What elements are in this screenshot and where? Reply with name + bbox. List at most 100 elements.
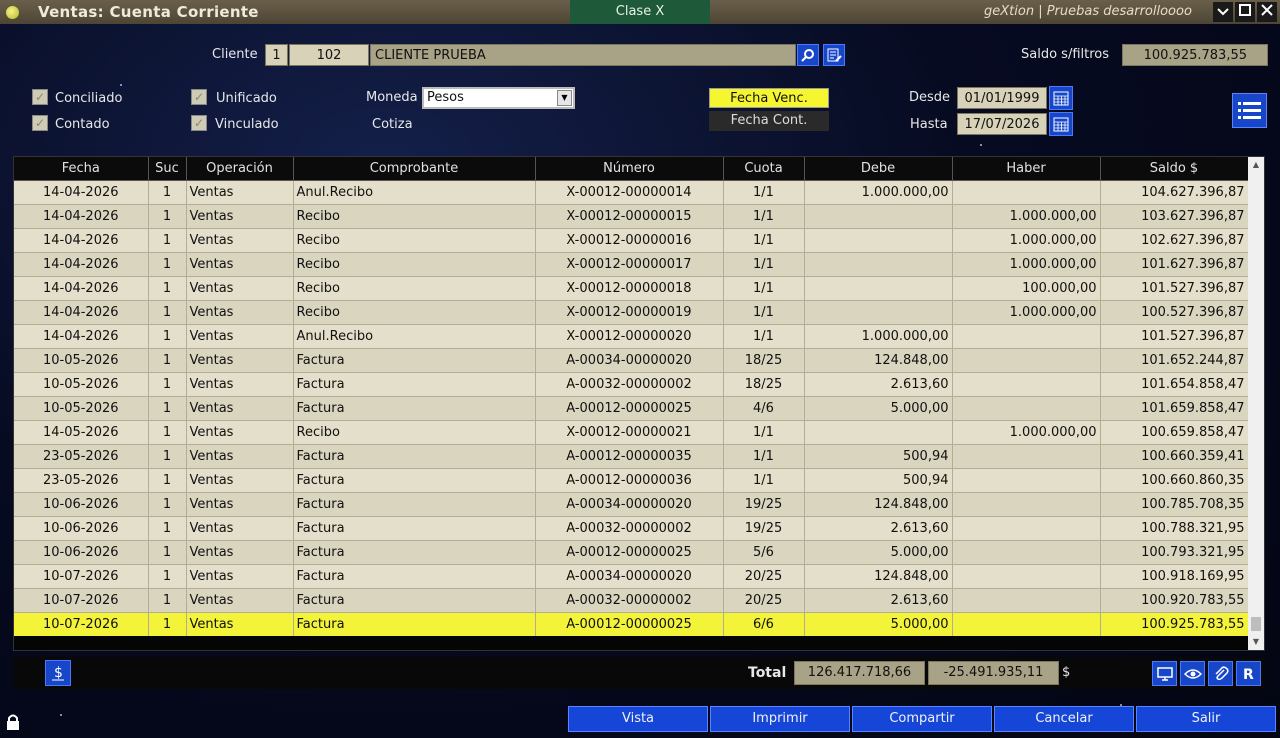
cell-fecha: 14-04-2026 <box>14 228 149 253</box>
cell-operacion: Ventas <box>186 396 294 421</box>
cell-debe <box>804 420 953 445</box>
cell-cuota: 1/1 <box>723 444 805 469</box>
cell-suc: 1 <box>148 444 187 469</box>
list-view-button[interactable] <box>1232 93 1267 128</box>
chevron-down-icon <box>1217 8 1229 16</box>
conciliado-checkbox[interactable]: ✓ <box>32 89 48 105</box>
tab-clase[interactable]: Clase X <box>570 0 710 24</box>
cell-fecha: 14-04-2026 <box>14 300 149 325</box>
table-row[interactable]: 14-04-2026 1 Ventas Anul.Recibo X-00012-0000… <box>14 180 1249 205</box>
cell-comprobante: Factura <box>293 540 536 565</box>
column-header-cuota[interactable]: Cuota <box>723 157 805 181</box>
cell-suc: 1 <box>148 588 187 613</box>
salir-button[interactable]: Salir <box>1136 706 1276 732</box>
hasta-calendar-button[interactable] <box>1049 112 1073 136</box>
cell-suc: 1 <box>148 276 187 301</box>
table-row[interactable]: 14-04-2026 1 Ventas Recibo X-00012-00000019 1… <box>14 300 1249 325</box>
desde-field[interactable]: 01/01/1999 <box>957 87 1047 109</box>
table-row[interactable]: 14-04-2026 1 Ventas Recibo X-00012-00000017 1… <box>14 252 1249 277</box>
cliente-code-field[interactable]: 102 <box>289 44 369 66</box>
column-header-debe[interactable]: Debe <box>804 157 953 181</box>
vinculado-checkbox[interactable]: ✓ <box>191 115 207 131</box>
fecha-venc-toggle[interactable]: Fecha Venc. <box>709 88 829 108</box>
table-row[interactable]: 14-04-2026 1 Ventas Recibo X-00012-00000018 1… <box>14 276 1249 301</box>
cliente-suc-field[interactable]: 1 <box>265 44 288 66</box>
r-button[interactable]: R <box>1236 661 1261 686</box>
maximize-button[interactable] <box>1235 2 1255 22</box>
cell-comprobante: Recibo <box>293 420 536 445</box>
cell-fecha: 14-04-2026 <box>14 204 149 229</box>
table-row[interactable]: 10-06-2026 1 Ventas Factura A-00032-00000002… <box>14 516 1249 541</box>
total-debe: 126.417.718,66 <box>794 661 925 685</box>
table-row[interactable]: 10-06-2026 1 Ventas Factura A-00012-00000025… <box>14 540 1249 565</box>
cell-haber <box>952 612 1101 637</box>
moneda-label: Moneda <box>366 90 418 105</box>
table-row[interactable]: 10-05-2026 1 Ventas Factura A-00032-00000002… <box>14 372 1249 397</box>
dropdown-arrow-icon[interactable]: ▼ <box>557 90 572 106</box>
scroll-down-icon[interactable]: ▼ <box>1248 634 1264 650</box>
column-header-suc[interactable]: Suc <box>148 157 187 181</box>
cell-operacion: Ventas <box>186 468 294 493</box>
unificado-checkbox[interactable]: ✓ <box>191 89 207 105</box>
table-row[interactable]: 10-07-2026 1 Ventas Factura A-00012-00000025… <box>14 612 1249 637</box>
cell-debe: 2.613,60 <box>804 516 953 541</box>
scroll-thumb[interactable] <box>1251 617 1261 631</box>
column-header-operacion[interactable]: Operación <box>186 157 294 181</box>
cell-comprobante: Anul.Recibo <box>293 324 536 349</box>
table-bottom-strip <box>14 636 1248 650</box>
table-row[interactable]: 10-05-2026 1 Ventas Factura A-00012-00000025… <box>14 396 1249 421</box>
search-cliente-button[interactable] <box>797 44 819 66</box>
table-row[interactable]: 14-04-2026 1 Ventas Anul.Recibo X-00012-0000… <box>14 324 1249 349</box>
view-button[interactable] <box>1180 661 1205 686</box>
close-button[interactable] <box>1257 2 1277 22</box>
close-icon <box>1261 4 1273 16</box>
contado-checkbox[interactable]: ✓ <box>32 115 48 131</box>
saldo-label: Saldo s/filtros <box>1021 47 1110 62</box>
table-row[interactable]: 10-07-2026 1 Ventas Factura A-00032-00000002… <box>14 588 1249 613</box>
column-header-fecha[interactable]: Fecha <box>14 157 149 181</box>
cell-operacion: Ventas <box>186 588 294 613</box>
cell-cuota: 1/1 <box>723 180 805 205</box>
cell-debe: 124.848,00 <box>804 348 953 373</box>
column-header-saldo[interactable]: Saldo $ <box>1100 157 1249 181</box>
table-row[interactable]: 23-05-2026 1 Ventas Factura A-00012-00000035… <box>14 444 1249 469</box>
cell-haber <box>952 372 1101 397</box>
vertical-scrollbar[interactable]: ▲ ▼ <box>1248 157 1264 650</box>
table-row[interactable]: 23-05-2026 1 Ventas Factura A-00012-00000036… <box>14 468 1249 493</box>
edit-cliente-button[interactable] <box>823 44 845 66</box>
cell-comprobante: Factura <box>293 372 536 397</box>
attach-button[interactable] <box>1208 661 1233 686</box>
cliente-name-field[interactable]: CLIENTE PRUEBA <box>370 44 796 66</box>
minimize-button[interactable] <box>1213 2 1233 22</box>
desde-calendar-button[interactable] <box>1049 86 1073 110</box>
compartir-button[interactable]: Compartir <box>852 706 992 732</box>
cell-fecha: 14-04-2026 <box>14 252 149 277</box>
moneda-select[interactable]: Pesos ▼ <box>422 87 575 109</box>
currency-button[interactable]: $ <box>45 660 71 686</box>
cell-haber: 1.000.000,00 <box>952 420 1101 445</box>
movements-table[interactable]: Fecha Suc Operación Comprobante Número Cuota D… <box>13 156 1265 651</box>
paperclip-icon <box>1214 665 1229 680</box>
cancelar-button[interactable]: Cancelar <box>994 706 1134 732</box>
table-row[interactable]: 14-05-2026 1 Ventas Recibo X-00012-00000021 1… <box>14 420 1249 445</box>
column-header-comprobante[interactable]: Comprobante <box>293 157 536 181</box>
scroll-up-icon[interactable]: ▲ <box>1248 157 1264 173</box>
cell-numero: X-00012-00000017 <box>535 252 724 277</box>
column-header-haber[interactable]: Haber <box>952 157 1101 181</box>
fecha-cont-toggle[interactable]: Fecha Cont. <box>709 111 829 131</box>
cell-saldo: 104.627.396,87 <box>1100 180 1249 205</box>
monitor-button[interactable] <box>1152 661 1177 686</box>
table-row[interactable]: 14-04-2026 1 Ventas Recibo X-00012-00000016 1… <box>14 228 1249 253</box>
vista-button[interactable]: Vista <box>568 706 708 732</box>
column-header-numero[interactable]: Número <box>535 157 724 181</box>
monitor-icon <box>1156 666 1173 681</box>
imprimir-button[interactable]: Imprimir <box>710 706 850 732</box>
table-row[interactable]: 10-05-2026 1 Ventas Factura A-00034-00000020… <box>14 348 1249 373</box>
table-row[interactable]: 14-04-2026 1 Ventas Recibo X-00012-00000015 1… <box>14 204 1249 229</box>
lock-icon[interactable] <box>5 713 21 735</box>
cell-numero: A-00034-00000020 <box>535 348 724 373</box>
conciliado-label: Conciliado <box>55 91 123 106</box>
table-row[interactable]: 10-07-2026 1 Ventas Factura A-00034-00000020… <box>14 564 1249 589</box>
hasta-field[interactable]: 17/07/2026 <box>957 113 1047 135</box>
table-row[interactable]: 10-06-2026 1 Ventas Factura A-00034-00000020… <box>14 492 1249 517</box>
